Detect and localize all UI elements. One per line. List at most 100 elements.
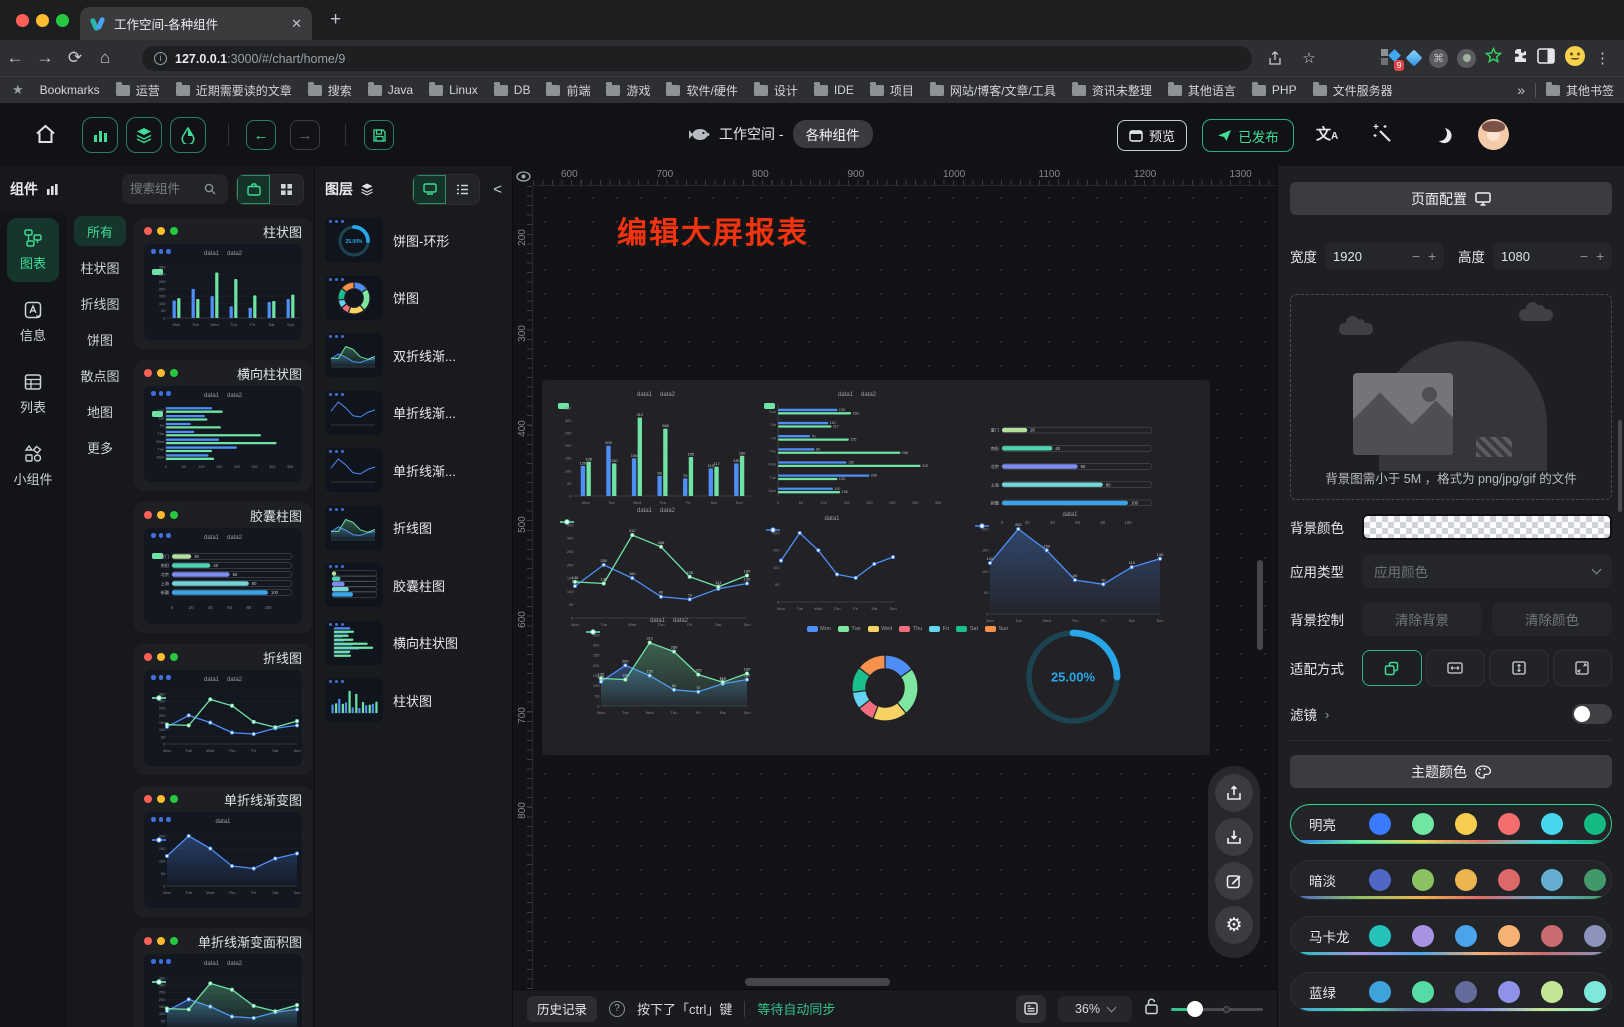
puzzle-extensions-icon[interactable] [1511, 47, 1528, 69]
settings-gear-button[interactable]: ⚙ [1215, 906, 1253, 944]
preview-button[interactable]: 预览 [1117, 120, 1187, 151]
theme-color-dot[interactable] [1455, 981, 1477, 1003]
app-type-select[interactable]: 应用颜色 [1362, 554, 1612, 588]
theme-color-dot[interactable] [1455, 813, 1477, 835]
bookmark-item[interactable]: 网站/博客/文章/工具 [930, 82, 1056, 99]
theme-row-3[interactable]: 马卡龙 [1290, 916, 1612, 956]
magic-wand-icon[interactable] [1372, 123, 1392, 148]
category-4[interactable]: 饼图 [74, 324, 126, 354]
component-card[interactable]: 柱状图data1data2501001502002503003500MonTue… [134, 218, 312, 349]
profile-avatar-icon[interactable] [1564, 45, 1586, 72]
edit-button[interactable] [1215, 862, 1253, 900]
theme-color-dot[interactable] [1412, 869, 1434, 891]
theme-color-dot[interactable] [1412, 981, 1434, 1003]
board-progress-ring[interactable]: 25.00% [1017, 620, 1129, 734]
theme-color-dot[interactable] [1498, 869, 1520, 891]
redo-button[interactable]: → [290, 120, 320, 150]
board-donut-chart[interactable] [842, 638, 932, 738]
rightpanel-scrollbar[interactable] [1618, 420, 1622, 512]
sidebar-item-2[interactable]: 信息 [7, 290, 59, 354]
star-extension-icon[interactable] [1485, 47, 1502, 69]
bookmarks-star-icon[interactable]: ★ [12, 82, 24, 98]
other-bookmarks[interactable]: 其他书签 [1546, 82, 1614, 99]
page-config-header-button[interactable]: 页面配置 [1290, 182, 1612, 215]
clear-color-button[interactable]: 清除颜色 [1492, 602, 1612, 636]
theme-color-dot[interactable] [1498, 925, 1520, 947]
theme-color-dot[interactable] [1369, 813, 1391, 835]
ruler-eye-icon[interactable] [513, 166, 533, 186]
board-single-line-labeled-chart[interactable]: data1501001502000MonTueWedThuFriSatSun12… [975, 512, 1165, 624]
theme-color-dot[interactable] [1369, 869, 1391, 891]
theme-color-dot[interactable] [1412, 813, 1434, 835]
theme-color-dot[interactable] [1584, 813, 1606, 835]
fit-scale-button[interactable] [1362, 650, 1422, 686]
bookmark-item[interactable]: 其他语言 [1168, 82, 1236, 99]
command-extension-icon[interactable]: ⌘ [1429, 49, 1448, 68]
theme-color-dot[interactable] [1498, 813, 1520, 835]
bookmark-item[interactable]: Java [368, 82, 413, 99]
board-capsule-chart[interactable]: 厦门20南阳40北京60上海80新疆100020406080100 [982, 404, 1162, 516]
tab-close-icon[interactable]: ✕ [291, 16, 302, 32]
bookmark-item[interactable]: 近期需要读的文章 [176, 82, 292, 99]
home-icon[interactable]: ⌂ [90, 48, 120, 68]
bookmarks-root[interactable]: Bookmarks [40, 83, 100, 97]
window-minimize-button[interactable] [36, 14, 49, 27]
sidebar-item-3[interactable]: 列表 [7, 362, 59, 426]
collapse-layers-icon[interactable]: < [493, 181, 502, 198]
browser-menu-icon[interactable]: ⋮ [1595, 49, 1610, 67]
detail-panel-toggle-button[interactable] [170, 117, 206, 153]
user-avatar[interactable] [1478, 119, 1509, 150]
import-button[interactable] [1215, 818, 1253, 856]
history-button[interactable]: 历史记录 [527, 996, 597, 1022]
layer-item[interactable]: 折线图 [325, 502, 503, 554]
component-card[interactable]: 折线图data1data2501001502002503003500MonTue… [134, 644, 312, 775]
component-card[interactable]: 横向柱状图data1data2SunSatFriThuWedTueMon0501… [134, 360, 312, 491]
lock-icon[interactable] [1144, 998, 1159, 1020]
filter-toggle[interactable] [1572, 704, 1612, 724]
layer-item[interactable]: 25.00%饼图-环形 [325, 214, 503, 266]
layer-item[interactable]: 单折线渐... [325, 444, 503, 496]
bookmark-item[interactable]: 项目 [870, 82, 914, 99]
category-6[interactable]: 地图 [74, 396, 126, 426]
dashboard-title-text[interactable]: 编辑大屏报表 [617, 208, 809, 252]
window-close-button[interactable] [16, 14, 29, 27]
bookmark-item[interactable]: 设计 [754, 82, 798, 99]
fit-full-button[interactable] [1553, 650, 1613, 686]
filter-expand-chevron[interactable]: › [1325, 707, 1329, 722]
theme-color-dot[interactable] [1369, 925, 1391, 947]
layer-item[interactable]: 横向柱状图 [325, 617, 503, 669]
clear-background-button[interactable]: 清除背景 [1362, 602, 1482, 636]
width-stepper[interactable]: 1920 −+ [1325, 242, 1444, 270]
theme-color-dot[interactable] [1369, 981, 1391, 1003]
publish-status-button[interactable]: 已发布 [1202, 119, 1294, 152]
canvas-vertical-scrollbar[interactable] [1257, 560, 1263, 650]
height-value[interactable]: 1080 [1501, 249, 1530, 264]
theme-color-dot[interactable] [1584, 869, 1606, 891]
browser-tab[interactable]: 工作空间-各种组件 ✕ [80, 7, 312, 40]
bookmarks-overflow-chevron[interactable]: » [1517, 82, 1525, 98]
theme-color-dot[interactable] [1541, 981, 1563, 1003]
layer-item[interactable]: 双折线渐... [325, 329, 503, 381]
sidebar-toggle-icon[interactable] [1537, 48, 1555, 69]
forward-icon[interactable]: → [30, 48, 60, 68]
theme-color-dot[interactable] [1455, 869, 1477, 891]
canvas-area[interactable]: 6007008009001000110012001300 20030040050… [513, 166, 1277, 1027]
bookmark-item[interactable]: 软件/硬件 [666, 82, 737, 99]
theme-color-dot[interactable] [1584, 925, 1606, 947]
theme-color-dot[interactable] [1412, 925, 1434, 947]
height-minus[interactable]: − [1580, 248, 1588, 264]
bookmark-item[interactable]: 前端 [546, 82, 590, 99]
theme-color-dot[interactable] [1498, 981, 1520, 1003]
fit-height-button[interactable] [1489, 650, 1549, 686]
translate-icon[interactable]: 文A [1316, 123, 1338, 144]
bookmark-item[interactable]: 游戏 [606, 82, 650, 99]
width-minus[interactable]: − [1412, 248, 1420, 264]
canvas-horizontal-scrollbar[interactable] [745, 978, 890, 986]
background-upload-dropzone[interactable]: 背景图需小于 5M ，格式为 png/jpg/gif 的文件 [1290, 294, 1612, 500]
theme-color-dot[interactable] [1584, 981, 1606, 1003]
zoom-slider-knob[interactable] [1187, 1001, 1203, 1017]
layer-item[interactable]: 饼图 [325, 272, 503, 324]
theme-color-dot[interactable] [1541, 925, 1563, 947]
search-component-box[interactable] [122, 174, 228, 204]
sidebar-item-1[interactable]: 图表 [7, 218, 59, 282]
